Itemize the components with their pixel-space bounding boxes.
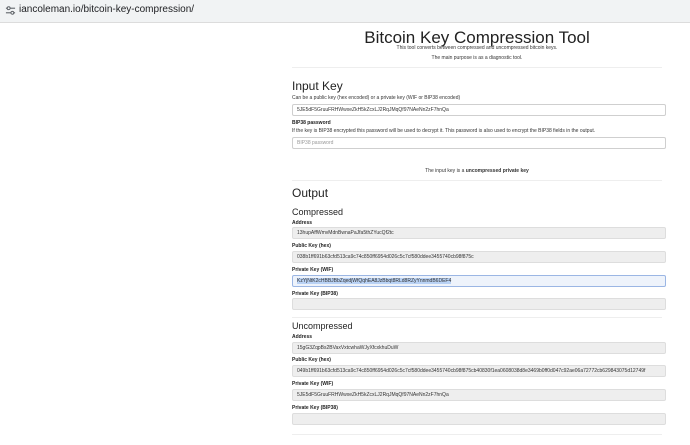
uncompressed-wif-field[interactable]: 5JE5dF5GruuFRHWwxeZkH5kZcxLJ2RqJMqQf97NA… <box>292 389 666 401</box>
uncompressed-pubkey-label: Public Key (hex) <box>292 357 331 363</box>
compressed-wif-field[interactable]: KzYjNtK2cHBBJBbZqedjWfQqhEA8JzBbqt8RLd8R… <box>292 275 666 287</box>
input-key-status: The input key is a uncompressed private … <box>292 168 662 174</box>
divider <box>292 67 662 68</box>
selected-text: KzYjNtK2cHBBJBbZqedjWfQqhEA8JzBbqt8RLd8R… <box>297 278 452 284</box>
compressed-wif-label: Private Key (WIF) <box>292 267 334 273</box>
input-key-heading: Input Key <box>292 79 343 93</box>
compressed-bip38-label: Private Key (BIP38) <box>292 291 338 297</box>
divider <box>292 180 662 181</box>
input-key-field[interactable]: 5JE5dF5GruuFRHWwxeZkH5kZcxLJ2RqJMqQf97NA… <box>292 104 666 116</box>
uncompressed-bip38-field[interactable] <box>292 413 666 425</box>
divider <box>292 434 662 435</box>
compressed-address-field[interactable]: 13hupAffWmvMdnBwnaPaJfa5thZYucQf2tc <box>292 227 666 239</box>
bip38-password-input[interactable]: BIP38 password <box>292 137 666 149</box>
bip38-password-label: BIP38 password <box>292 120 331 126</box>
input-key-help: Can be a public key (hex encoded) or a p… <box>292 95 461 101</box>
uncompressed-pubkey-field[interactable]: 049b1ff691b63cfd513ca9c74c850ff6954d026c… <box>292 365 666 377</box>
compressed-address-label: Address <box>292 220 313 226</box>
status-prefix: The input key is a <box>425 168 466 174</box>
uncompressed-address-label: Address <box>292 334 313 340</box>
uncompressed-bip38-label: Private Key (BIP38) <box>292 405 338 411</box>
uncompressed-wif-label: Private Key (WIF) <box>292 381 334 387</box>
page-content: Bitcoin Key Compression Tool This tool c… <box>0 22 690 445</box>
address-bar[interactable]: iancoleman.io/bitcoin-key-compression/ <box>0 0 690 23</box>
url-text[interactable]: iancoleman.io/bitcoin-key-compression/ <box>19 4 194 15</box>
uncompressed-heading: Uncompressed <box>292 321 353 331</box>
uncompressed-address-field[interactable]: 15gG3ZqpBs2BVaxVxtcwhaWJyXfcxkhuDuW <box>292 342 666 354</box>
output-heading: Output <box>292 186 329 200</box>
compressed-pubkey-field[interactable]: 038b1ff691b63cfd513ca9c74c850ff6954d026c… <box>292 251 666 263</box>
tune-icon[interactable] <box>5 5 16 16</box>
compressed-bip38-field[interactable] <box>292 298 666 310</box>
compressed-pubkey-label: Public Key (hex) <box>292 243 331 249</box>
status-key-type: uncompressed private key <box>465 168 529 174</box>
page-description: The main purpose is as a diagnostic tool… <box>431 55 523 61</box>
page-subtitle: This tool converts between compressed an… <box>396 45 558 51</box>
compressed-heading: Compressed <box>292 207 344 217</box>
divider <box>292 317 662 318</box>
bip38-password-help: If the key is BIP38 encrypted this passw… <box>292 128 596 134</box>
